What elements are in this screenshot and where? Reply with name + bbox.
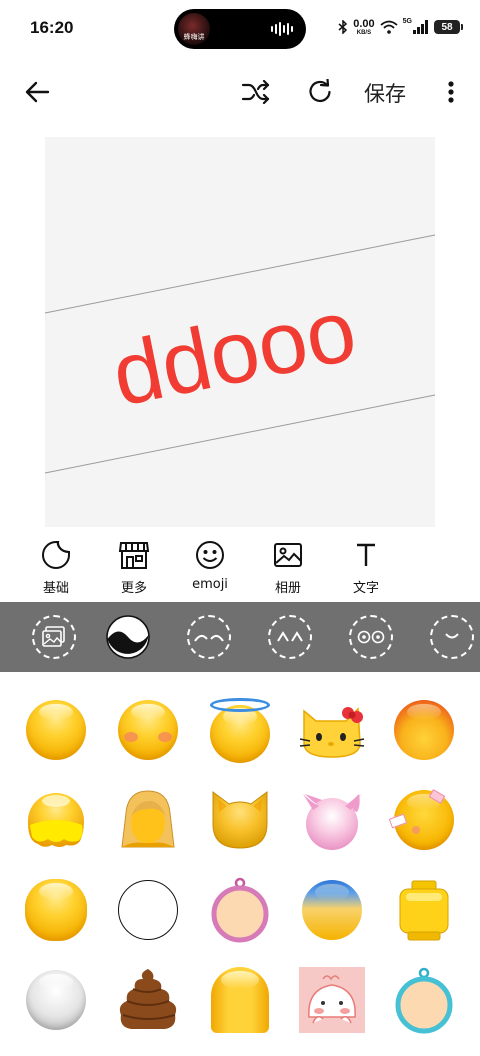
canvas-drawing: ddooo — [45, 234, 435, 474]
arrow-left-icon — [25, 81, 50, 103]
melting-face[interactable] — [22, 786, 90, 854]
category-tabs: 基础 更多 emoji 相册 文字 — [0, 538, 480, 600]
smiley-icon — [193, 538, 227, 572]
shuffle-icon — [241, 80, 270, 104]
back-button[interactable] — [20, 75, 54, 109]
kitty-face[interactable] — [298, 696, 366, 764]
more-button[interactable] — [438, 75, 464, 109]
part-slot-image[interactable] — [32, 615, 76, 659]
image-icon — [271, 538, 305, 572]
status-icons: 0.00 KB/S 5G 58 — [338, 16, 463, 38]
clock: 16:20 — [30, 18, 74, 37]
cat-face[interactable] — [206, 786, 274, 854]
part-slot-eyes[interactable] — [268, 615, 312, 659]
halo-face[interactable] — [206, 696, 274, 764]
part-slot-eyebrows[interactable] — [187, 615, 231, 659]
refresh-icon — [309, 79, 331, 103]
guide-line-bottom — [45, 394, 435, 474]
dynamic-island[interactable]: 蜂嗨讲 — [174, 9, 306, 49]
blank-white-face[interactable] — [114, 876, 182, 944]
text-icon — [349, 538, 383, 572]
tab-basic[interactable]: 基础 — [21, 538, 91, 596]
sticker-icon — [39, 538, 73, 572]
tab-more[interactable]: 更多 — [99, 538, 169, 596]
block-face[interactable] — [390, 876, 458, 944]
mouth-icon — [445, 633, 459, 639]
bandaged-face[interactable] — [388, 786, 458, 854]
pink-drawing-face[interactable] — [298, 966, 366, 1034]
signal-icon — [413, 20, 428, 34]
tab-album[interactable]: 相册 — [253, 538, 323, 596]
sticker-canvas[interactable]: ddooo — [45, 137, 435, 527]
bluetooth-icon — [338, 20, 348, 34]
top-app-bar: 保存 — [0, 66, 480, 116]
media-label: 蜂嗨讲 — [183, 33, 205, 41]
tab-emoji[interactable]: emoji — [175, 538, 245, 592]
face-base-icon — [106, 615, 150, 659]
fire-face[interactable] — [390, 696, 458, 764]
wifi-icon — [380, 20, 398, 34]
network-speed: 0.00 KB/S — [353, 17, 375, 36]
network-type: 5G — [402, 17, 412, 25]
audio-wave-icon — [271, 22, 293, 36]
canvas-text[interactable]: ddooo — [104, 280, 363, 425]
pink-ring-face[interactable] — [206, 876, 274, 944]
bald-face[interactable] — [206, 966, 274, 1034]
blue-dye-face[interactable] — [298, 876, 366, 944]
pink-devil-face[interactable] — [298, 786, 366, 854]
hair-face[interactable] — [114, 786, 182, 854]
tab-text[interactable]: 文字 — [331, 538, 401, 596]
eyes-icon — [277, 631, 303, 642]
blush-face[interactable] — [114, 696, 182, 764]
store-icon — [117, 538, 151, 572]
battery-icon: 58 — [434, 20, 463, 34]
teal-ring-face[interactable] — [390, 966, 458, 1034]
round-yellow-face[interactable] — [22, 876, 90, 944]
poop-face[interactable] — [114, 966, 182, 1034]
part-slot-round-eyes[interactable] — [349, 615, 393, 659]
status-bar: 16:20 蜂嗨讲 0.00 KB/S 5G 58 — [0, 0, 480, 56]
save-button[interactable]: 保存 — [364, 78, 406, 108]
plain-yellow-face[interactable] — [22, 696, 90, 764]
round-eyes-icon — [357, 630, 385, 644]
part-selector-strip[interactable] — [0, 602, 480, 672]
part-slot-mouth[interactable] — [430, 615, 474, 659]
more-vertical-icon — [448, 81, 454, 103]
shuffle-button[interactable] — [238, 75, 274, 109]
silver-face[interactable] — [22, 966, 90, 1034]
eyebrows-icon — [194, 635, 224, 642]
part-slot-face[interactable] — [106, 615, 150, 659]
face-grid — [0, 690, 480, 1056]
refresh-button[interactable] — [303, 75, 337, 109]
image-placeholder-icon — [42, 626, 65, 647]
